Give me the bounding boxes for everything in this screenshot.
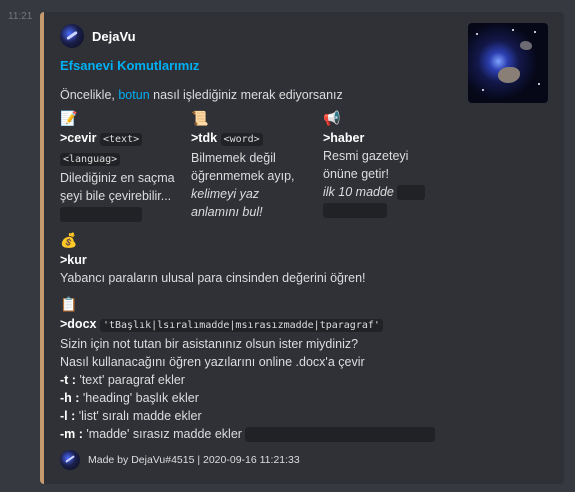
embed-author[interactable]: DejaVu [60,24,136,48]
field-docx-name: >docx [60,317,97,331]
field-haber-line2: önüne getir! [323,167,390,181]
field-cevir-name: >cevir [60,131,97,145]
field-docx-code: 'tBaşlık|lsıralımadde|msırasızmadde|tpar… [99,319,383,332]
field-kur-line: Yabancı paraların ulusal para cinsinden … [60,271,366,285]
description-text-after: nasıl işlediğiniz merak ediyorsanız [149,88,343,102]
field-kur-name: >kur [60,253,87,267]
field-tdk-line2: öğrenmemek ayıp, [191,169,295,183]
field-tdk: 📜 >tdk <word> Bilmemek değil öğrenmemek … [191,109,319,221]
embed-footer: Made by DejaVu#4515 | 2020-09-16 11:21:3… [60,450,300,470]
spoiler[interactable] [323,203,387,219]
option-flag: -l : [60,409,76,423]
footer-text: Made by DejaVu#4515 | 2020-09-16 11:21:3… [88,454,300,466]
field-cevir: 📝 >cevir <text> <languag> Dilediğiniz en… [60,109,188,223]
memo-icon: 📝 [60,110,78,126]
money-bag-icon: 💰 [60,232,78,248]
description-link[interactable]: botun [118,88,149,102]
message-timestamp: 11:21 [8,11,33,22]
field-kur: 💰 >kur Yabancı paraların ulusal para cin… [60,231,550,287]
field-haber-italic: ilk 10 madde [323,185,394,199]
field-docx-line1: Sizin için not tutan bir asistanınız ols… [60,337,359,351]
option-text: 'text' paragraf ekler [75,373,185,387]
embed-thumbnail[interactable] [468,23,548,103]
clipboard-icon: 📋 [60,296,78,312]
field-tdk-italic1: kelimeyi yaz [191,187,260,201]
author-name[interactable]: DejaVu [92,29,136,44]
field-cevir-code1: <text> [99,133,143,146]
option-text: 'list' sıralı madde ekler [75,409,202,423]
field-haber-line1: Resmi gazeteyi [323,149,409,163]
option-flag: -t : [60,373,76,387]
field-cevir-line2: şeyi bile çevirebilir... [60,189,172,203]
field-docx-line2: Nasıl kullanacağını öğren yazılarını onl… [60,355,365,369]
bot-embed: DejaVu Efsanevi Komutlarımız Öncelikle, … [40,12,564,484]
option-text: 'madde' sırasız madde ekler [82,427,242,441]
spoiler[interactable] [245,427,436,443]
field-haber: 📢 >haber Resmi gazeteyi önüne getir! ilk… [323,109,451,219]
scroll-icon: 📜 [191,110,209,126]
spoiler[interactable] [397,185,426,201]
field-tdk-name: >tdk [191,131,218,145]
author-avatar[interactable] [60,24,84,48]
field-cevir-code2: <languag> [60,153,121,166]
description-text-before: Öncelikle, [60,88,119,102]
option-flag: -h : [60,391,80,405]
field-tdk-code1: <word> [220,133,263,146]
loudspeaker-icon: 📢 [323,110,341,126]
field-tdk-italic2: anlamını bul! [191,205,263,219]
field-tdk-line1: Bilmemek değil [191,151,276,165]
field-cevir-line1: Dilediğiniz en saçma [60,171,175,185]
embed-description: Öncelikle, botun nasıl işlediğiniz merak… [60,88,343,102]
spoiler[interactable] [60,207,142,223]
embed-title: Efsanevi Komutlarımız [60,58,200,73]
footer-avatar [60,450,80,470]
field-haber-name: >haber [323,131,365,145]
option-flag: -m : [60,427,83,441]
option-text: 'heading' başlık ekler [79,391,199,405]
field-docx: 📋 >docx 'tBaşlık|lsıralımadde|msırasızma… [60,295,550,443]
